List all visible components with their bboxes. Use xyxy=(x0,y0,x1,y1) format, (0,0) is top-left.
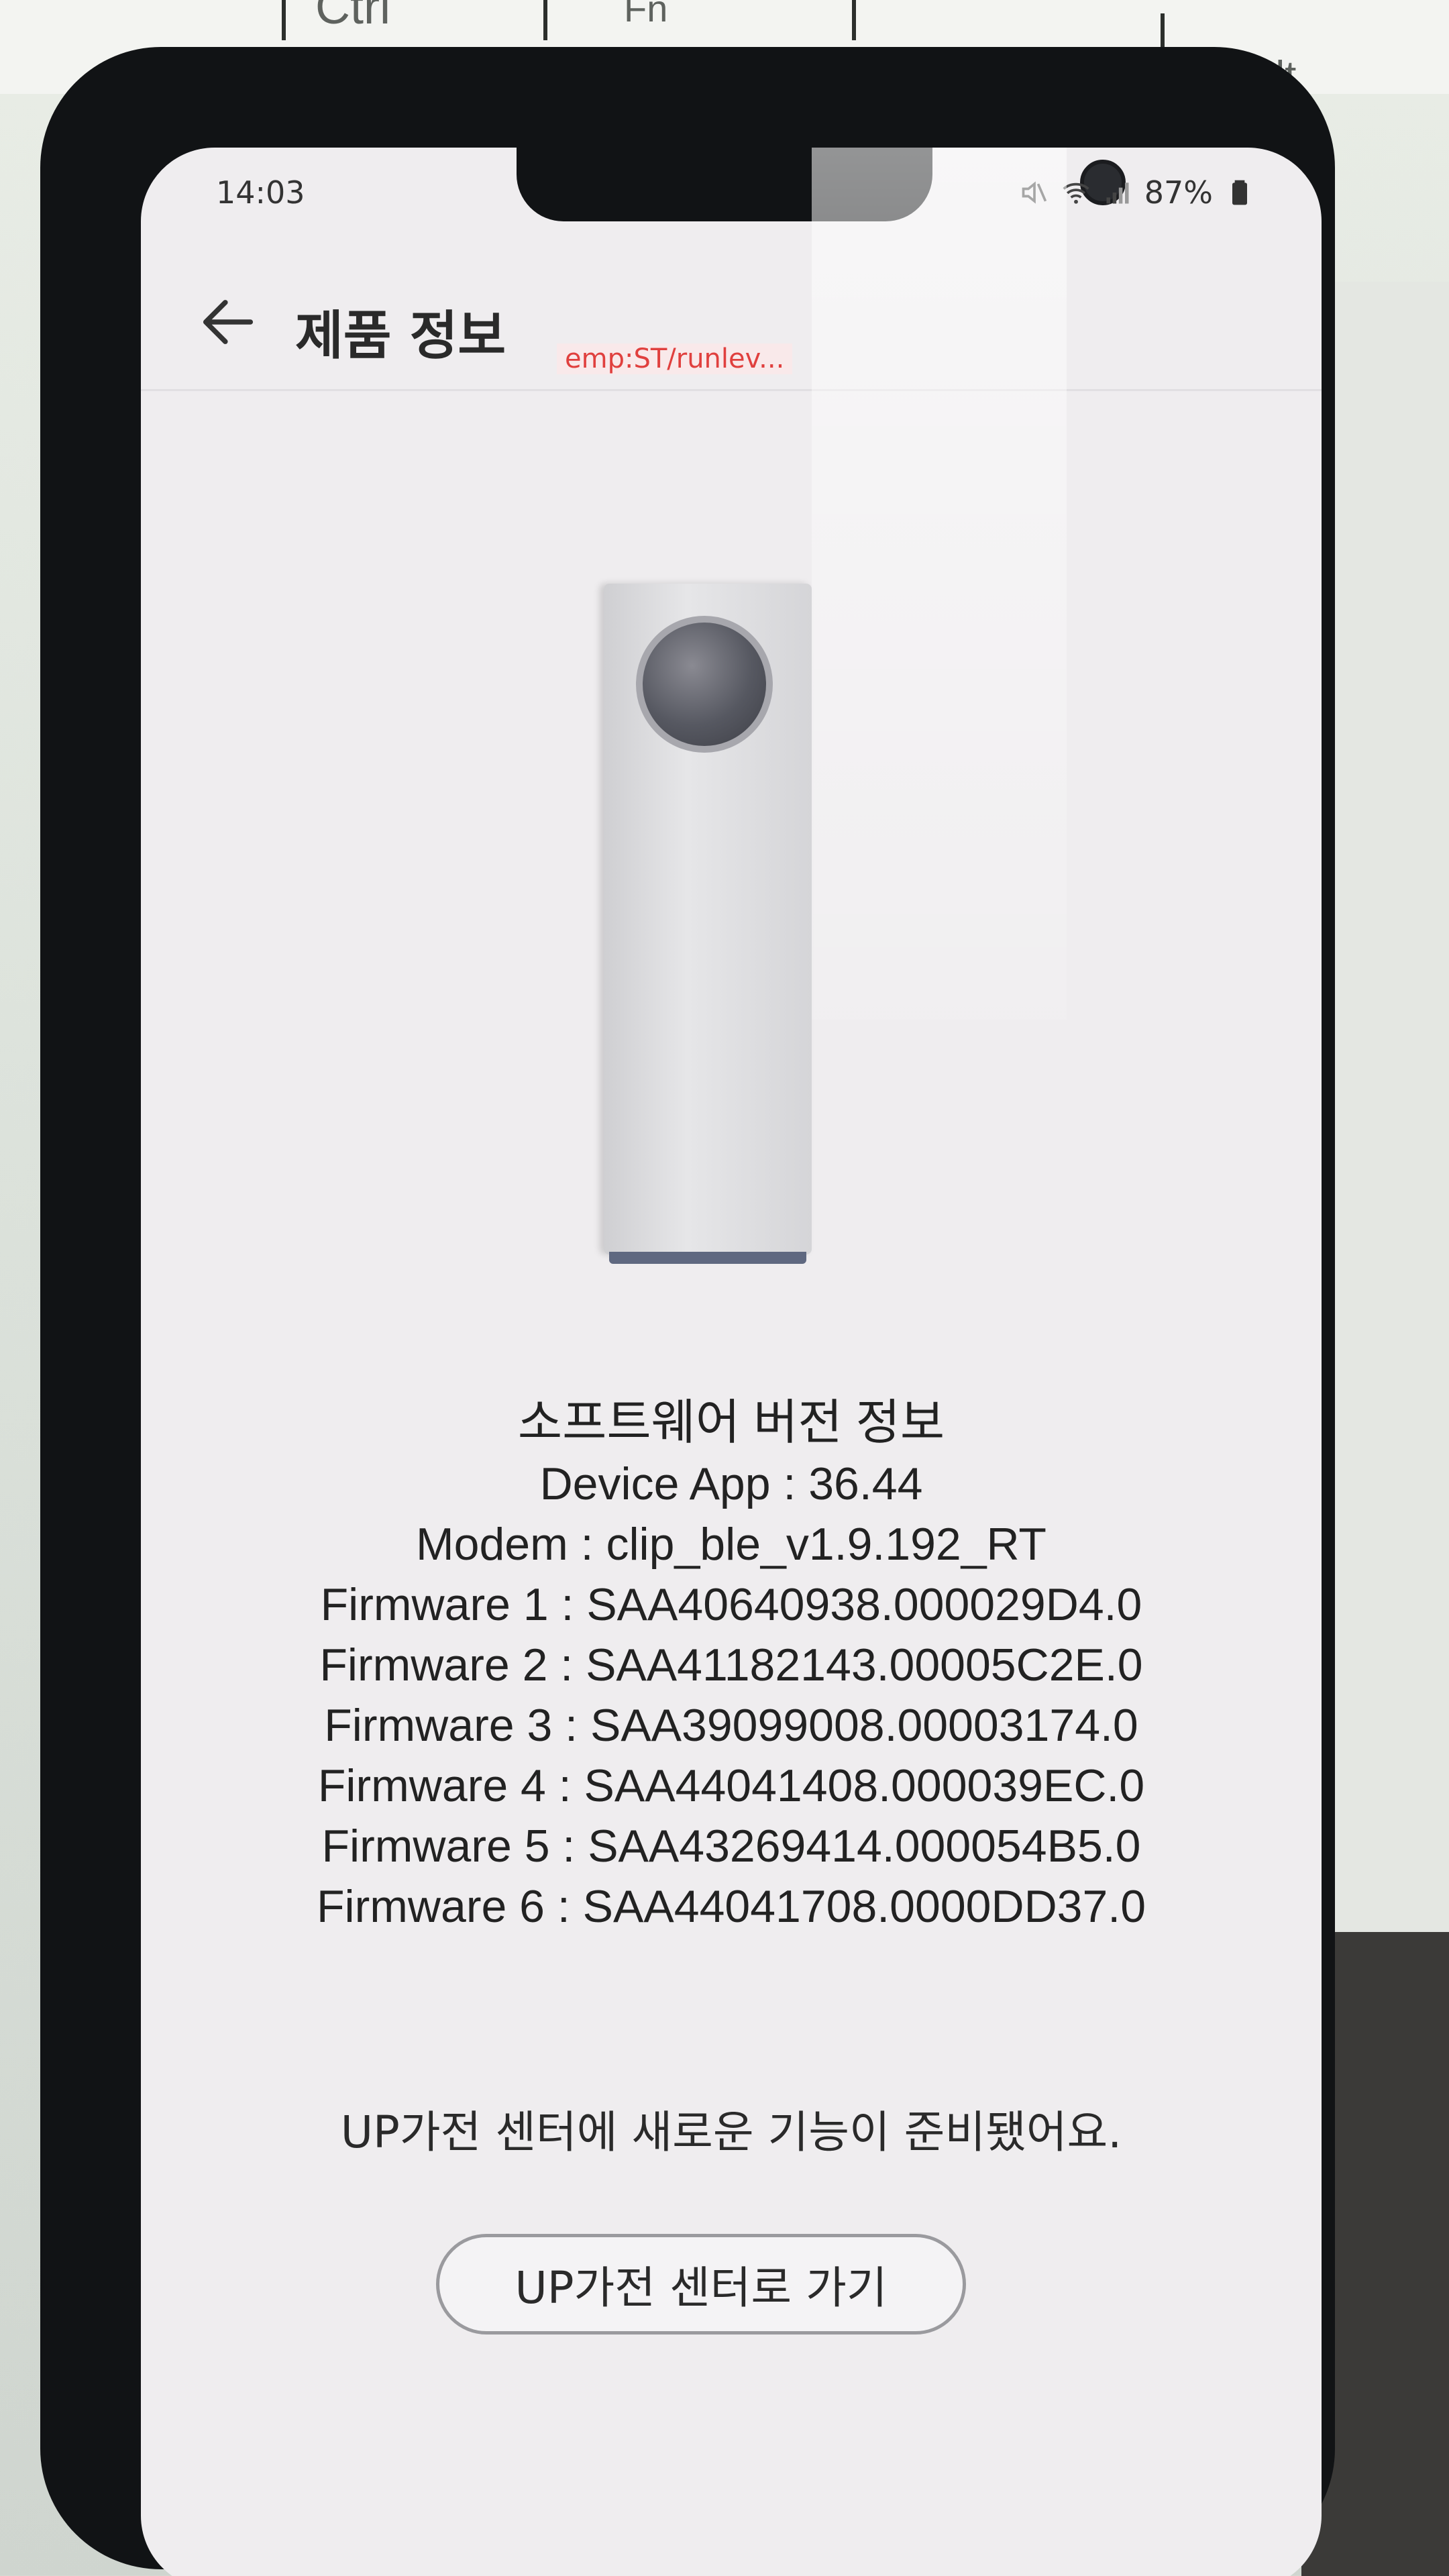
version-line-firmware-5: Firmware 5 : SAA43269414.000054B5.0 xyxy=(321,1821,1141,1872)
up-center-notice: UP가전 센터에 새로운 기능이 준비됐어요. xyxy=(340,2106,1122,2158)
mute-icon xyxy=(1022,181,1046,204)
version-line-device-app: Device App : 36.44 xyxy=(539,1458,923,1509)
battery-icon xyxy=(1232,180,1247,205)
back-button[interactable] xyxy=(195,288,262,356)
device-remote-icon xyxy=(604,584,812,1264)
status-time: 14:03 xyxy=(216,174,305,211)
keyboard-key-fn: Fn xyxy=(624,0,668,30)
version-line-modem: Modem : clip_ble_v1.9.192_RT xyxy=(416,1519,1046,1570)
keyboard-divider xyxy=(543,0,547,40)
software-version-info: 소프트웨어 버전 정보 Device App : 36.44 Modem : c… xyxy=(141,1392,1322,1937)
wifi-icon xyxy=(1063,182,1089,204)
go-to-up-center-button[interactable]: UP가전 센터로 가기 xyxy=(436,2234,966,2334)
page-title: 제품 정보 xyxy=(295,306,506,366)
phone-screen: 14:03 87% 제품 정보 emp:ST/runlev... 소프트웨어 버… xyxy=(141,148,1322,2576)
back-arrow-icon xyxy=(203,300,254,344)
status-icons: 87% xyxy=(1020,174,1254,211)
keyboard-divider xyxy=(282,0,286,40)
version-line-firmware-1: Firmware 1 : SAA40640938.000029D4.0 xyxy=(320,1579,1142,1630)
signal-icon xyxy=(1106,182,1129,204)
version-line-firmware-4: Firmware 4 : SAA44041408.000039EC.0 xyxy=(317,1760,1145,1811)
display-notch xyxy=(517,148,1126,221)
keyboard-divider xyxy=(852,0,856,40)
version-line-firmware-6: Firmware 6 : SAA44041708.0000DD37.0 xyxy=(316,1881,1146,1932)
device-base xyxy=(609,1252,806,1264)
app-header: 제품 정보 emp:ST/runlev... xyxy=(141,248,1322,391)
debug-overlay-text: emp:ST/runlev... xyxy=(557,343,793,374)
version-line-firmware-2: Firmware 2 : SAA41182143.00005C2E.0 xyxy=(319,1640,1143,1690)
software-version-title: 소프트웨어 버전 정보 xyxy=(517,1396,945,1450)
device-button-graphic xyxy=(636,616,773,753)
phone-frame: 14:03 87% 제품 정보 emp:ST/runlev... 소프트웨어 버… xyxy=(40,47,1335,2576)
keyboard-key-ctrl: Ctrl xyxy=(315,0,390,34)
version-line-firmware-3: Firmware 3 : SAA39099008.00003174.0 xyxy=(324,1700,1138,1751)
battery-percent: 87% xyxy=(1144,174,1213,211)
